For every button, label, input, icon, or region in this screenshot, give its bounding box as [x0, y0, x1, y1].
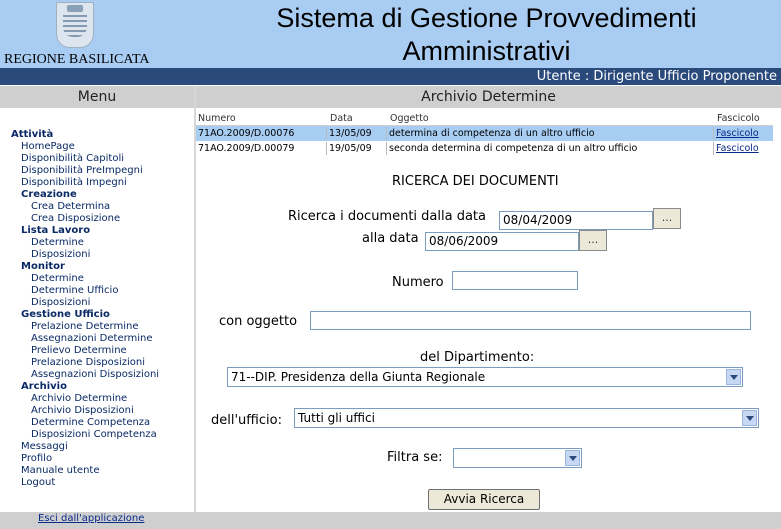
menu-section-monitor: Monitor — [21, 261, 65, 272]
menu-item-assegnazioni-determine[interactable]: Assegnazioni Determine — [31, 333, 153, 345]
column-header-numero: Numero — [198, 113, 236, 124]
cell-numero: 71AO.2009/D.00076 — [198, 128, 295, 139]
menu-item-disposizioni-competenza[interactable]: Disposizioni Competenza — [31, 429, 157, 441]
crest-crown — [67, 5, 83, 12]
dipartimento-selected: 71--DIP. Presidenza della Giunta Regiona… — [231, 370, 486, 384]
fascicolo-link[interactable]: Fascicolo — [713, 127, 759, 140]
ufficio-select[interactable]: Tutti gli uffici — [294, 408, 759, 428]
table-header-row: Numero Data Oggetto Fascicolo — [196, 112, 773, 126]
menu-item-determine-competenza[interactable]: Determine Competenza — [31, 417, 150, 429]
menu-section-archivio: Archivio — [21, 381, 67, 392]
app-title-line1: Sistema di Gestione Provvedimenti — [276, 3, 697, 33]
oggetto-field[interactable] — [310, 311, 751, 330]
user-bar: Utente : Dirigente Ufficio Proponente — [0, 68, 781, 85]
menu-item-logout[interactable]: Logout — [21, 477, 55, 489]
menu-item-determine[interactable]: Determine — [31, 273, 84, 285]
menu-section-creazione: Creazione — [21, 189, 77, 200]
menu-item-messaggi[interactable]: Messaggi — [21, 441, 68, 453]
to-date-label: alla data — [362, 231, 419, 246]
from-date-picker-button[interactable]: ... — [653, 208, 681, 229]
menu-title: Menu — [0, 86, 194, 108]
search-title: RICERCA DEI DOCUMENTI — [392, 174, 559, 189]
sidebar-menu: Attività HomePage Disponibilità Capitoli Di… — [0, 108, 194, 513]
page-title: Archivio Determine — [196, 86, 781, 108]
results-table: Numero Data Oggetto Fascicolo 71AO.2009/… — [196, 112, 773, 156]
oggetto-label: con oggetto — [219, 314, 298, 329]
menu-item-crea-disposizione[interactable]: Crea Disposizione — [31, 213, 120, 225]
table-row[interactable]: 71AO.2009/D.00076 13/05/09 determina di … — [196, 126, 773, 141]
column-header-fascicolo: Fascicolo — [717, 113, 760, 124]
cell-data: 13/05/09 — [326, 127, 372, 140]
regione-basilicata-crest-icon — [56, 2, 94, 48]
menu-item-prelievo-determine[interactable]: Prelievo Determine — [31, 345, 127, 357]
menu-item-disposizioni[interactable]: Disposizioni — [31, 249, 90, 261]
menu-item-disponibilita-impegni[interactable]: Disponibilità Impegni — [21, 177, 127, 189]
cell-numero: 71AO.2009/D.00079 — [198, 143, 295, 154]
cell-data: 19/05/09 — [326, 142, 372, 155]
user-role: Utente : Dirigente Ufficio Proponente — [536, 69, 777, 84]
menu-item-prelazione-disposizioni[interactable]: Prelazione Disposizioni — [31, 357, 145, 369]
from-date-label: Ricerca i documenti dalla data — [288, 209, 486, 224]
menu-item-archivio-disposizioni[interactable]: Archivio Disposizioni — [31, 405, 134, 417]
menu-item-disponibilita-preimpegni[interactable]: Disponibilità PreImpegni — [21, 165, 143, 177]
chevron-down-icon[interactable] — [565, 450, 580, 466]
menu-item-prelazione-determine[interactable]: Prelazione Determine — [31, 321, 139, 333]
region-name: REGIONE BASILICATA — [4, 52, 150, 67]
column-header-oggetto: Oggetto — [390, 113, 429, 124]
dipartimento-select[interactable]: 71--DIP. Presidenza della Giunta Regiona… — [227, 367, 743, 387]
menu-item-archivio-determine[interactable]: Archivio Determine — [31, 393, 127, 405]
menu-item-homepage[interactable]: HomePage — [21, 141, 75, 153]
menu-item-crea-determina[interactable]: Crea Determina — [31, 201, 110, 213]
avvia-ricerca-button[interactable]: Avvia Ricerca — [428, 489, 540, 510]
numero-field[interactable] — [452, 271, 578, 290]
to-date-picker-button[interactable]: ... — [579, 230, 607, 251]
menu-section-lista-lavoro: Lista Lavoro — [21, 225, 91, 236]
filtra-select[interactable] — [453, 448, 582, 468]
dipartimento-label: del Dipartimento: — [420, 350, 535, 365]
menu-section-attivita: Attività — [11, 129, 54, 140]
exit-link[interactable]: Esci dall'applicazione — [38, 513, 144, 525]
cell-oggetto: determina di competenza di un altro uffi… — [386, 127, 595, 140]
menu-item-disposizioni[interactable]: Disposizioni — [31, 297, 90, 309]
menu-item-assegnazioni-disposizioni[interactable]: Assegnazioni Disposizioni — [31, 369, 159, 381]
ufficio-selected: Tutti gli uffici — [298, 411, 375, 425]
crest-waves — [63, 15, 87, 37]
chevron-down-icon[interactable] — [726, 369, 741, 385]
cell-oggetto: seconda determina di competenza di un al… — [386, 142, 637, 155]
app-header: REGIONE BASILICATA Sistema di Gestione P… — [0, 0, 781, 68]
from-date-field[interactable]: 08/04/2009 — [499, 211, 653, 230]
table-row[interactable]: 71AO.2009/D.00079 19/05/09 seconda deter… — [196, 141, 773, 156]
fascicolo-link[interactable]: Fascicolo — [713, 142, 759, 155]
filtra-label: Filtra se: — [387, 450, 443, 465]
menu-item-manuale-utente[interactable]: Manuale utente — [21, 465, 100, 477]
app-title-line2: Amministrativi — [402, 36, 571, 66]
menu-item-determine-ufficio[interactable]: Determine Ufficio — [31, 285, 118, 297]
menu-item-disponibilita-capitoli[interactable]: Disponibilità Capitoli — [21, 153, 124, 165]
menu-section-gestione-ufficio: Gestione Ufficio — [21, 309, 110, 320]
ufficio-label: dell'ufficio: — [211, 413, 282, 428]
app-title: Sistema di Gestione Provvedimenti Ammini… — [196, 2, 777, 68]
column-header-data: Data — [330, 113, 353, 124]
menu-item-profilo[interactable]: Profilo — [21, 453, 52, 465]
chevron-down-icon[interactable] — [742, 410, 757, 426]
menu-item-determine[interactable]: Determine — [31, 237, 84, 249]
to-date-field[interactable]: 08/06/2009 — [425, 232, 579, 251]
numero-label: Numero — [392, 275, 444, 290]
